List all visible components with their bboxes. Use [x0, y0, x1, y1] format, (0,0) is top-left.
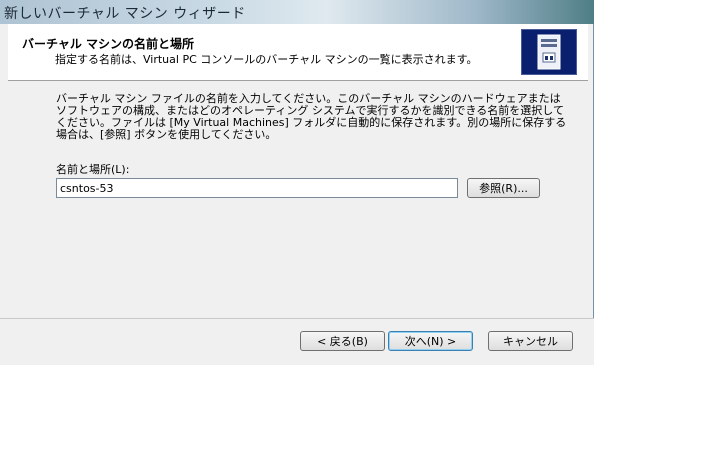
- name-location-input[interactable]: [56, 178, 458, 198]
- description-text: バーチャル マシン ファイルの名前を入力してください。このバーチャル マシンのハ…: [56, 92, 567, 141]
- title-bar[interactable]: 新しいバーチャル マシン ウィザード: [0, 0, 594, 24]
- virtual-machine-icon: [521, 29, 577, 75]
- cancel-button[interactable]: キャンセル: [488, 331, 573, 351]
- name-location-label: 名前と場所(L):: [56, 163, 130, 176]
- next-button[interactable]: 次へ(N) >: [388, 331, 473, 351]
- window-title: 新しいバーチャル マシン ウィザード: [4, 6, 246, 22]
- wizard-footer: < 戻る(B) 次へ(N) > キャンセル: [0, 319, 594, 365]
- browse-button[interactable]: 参照(R)...: [467, 178, 540, 198]
- back-button[interactable]: < 戻る(B): [300, 331, 385, 351]
- page-subtitle: 指定する名前は、Virtual PC コンソールのバーチャル マシンの一覧に表示…: [55, 53, 478, 66]
- page-title: バーチャル マシンの名前と場所: [22, 37, 195, 51]
- wizard-body: バーチャル マシン ファイルの名前を入力してください。このバーチャル マシンのハ…: [8, 81, 588, 318]
- wizard-header: バーチャル マシンの名前と場所 指定する名前は、Virtual PC コンソール…: [8, 24, 588, 81]
- wizard-window: 新しいバーチャル マシン ウィザード バーチャル マシンの名前と場所 指定する名…: [0, 0, 594, 365]
